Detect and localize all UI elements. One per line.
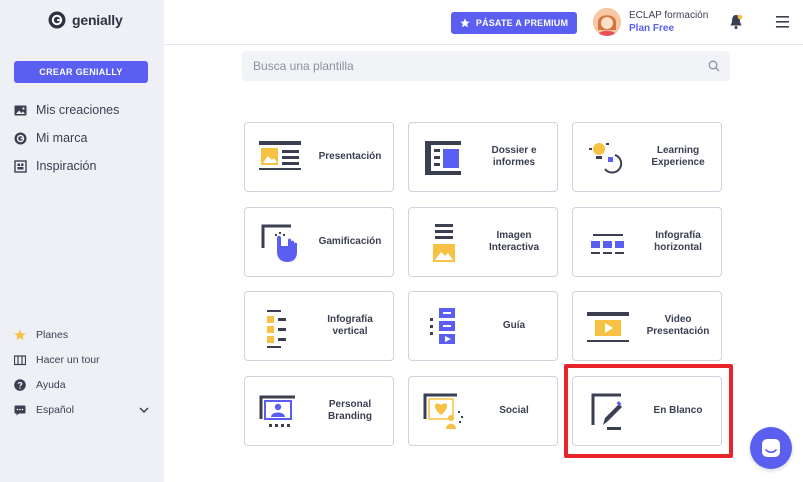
template-label: Infografía vertical	[327, 313, 373, 338]
sidebar-bottom-nav: Planes Hacer un tour Ayuda Español	[14, 322, 150, 422]
personal-branding-icon	[259, 395, 295, 427]
sidebar-item-label: Inspiración	[36, 159, 97, 173]
create-genially-button[interactable]: CREAR GENIALLY	[14, 61, 148, 83]
search-input[interactable]	[253, 59, 693, 73]
template-label: Video Presentación	[646, 313, 710, 338]
template-label: Learning Experience	[651, 144, 705, 169]
sidebar-item-label: Mis creaciones	[36, 103, 120, 117]
template-card-infografia-vertical[interactable]: Infografía vertical	[244, 291, 394, 361]
highlight-box	[564, 364, 733, 458]
template-card-social[interactable]: Social	[408, 376, 558, 446]
template-card-gamificacion[interactable]: Gamificación	[244, 207, 394, 277]
language-label: Español	[36, 403, 74, 416]
template-card-learning[interactable]: Learning Experience	[572, 122, 722, 192]
sidebar-item-mi-marca[interactable]: Mi marca	[14, 124, 119, 152]
learning-icon	[589, 143, 623, 174]
horizontal-infographic-icon	[591, 234, 624, 254]
sidebar-item-planes[interactable]: Planes	[14, 322, 150, 347]
template-label: Social	[499, 404, 529, 416]
image-icon	[14, 105, 27, 115]
chat-launcher-button[interactable]	[750, 427, 792, 469]
user-avatar-icon	[593, 8, 621, 36]
sidebar: genially CREAR GENIALLY Mis creaciones M…	[0, 0, 164, 482]
template-card-video-presentacion[interactable]: Video Presentación	[572, 291, 722, 361]
language-icon	[14, 405, 26, 415]
sidebar-item-label: Ayuda	[36, 378, 66, 391]
dossier-icon	[425, 141, 461, 175]
premium-button[interactable]: PÁSATE A PREMIUM	[451, 12, 577, 34]
template-search	[242, 51, 730, 81]
guide-icon	[430, 308, 455, 344]
template-card-imagen-interactiva[interactable]: Imagen Interactiva	[408, 207, 558, 277]
sidebar-item-mis-creaciones[interactable]: Mis creaciones	[14, 96, 119, 124]
logo[interactable]: genially	[48, 11, 123, 29]
avatar[interactable]	[593, 8, 621, 36]
sidebar-nav: Mis creaciones Mi marca Inspiración	[14, 96, 119, 180]
inspiration-icon	[14, 159, 27, 173]
sidebar-item-tour[interactable]: Hacer un tour	[14, 347, 150, 372]
language-selector[interactable]: Español	[14, 397, 150, 422]
genially-logo-icon	[48, 11, 66, 29]
template-card-infografia-horizontal[interactable]: Infografía horizontal	[572, 207, 722, 277]
topbar: PÁSATE A PREMIUM ECLAP formación Plan Fr…	[164, 0, 803, 45]
brand-icon	[14, 132, 27, 144]
template-card-personal-branding[interactable]: Personal Branding	[244, 376, 394, 446]
sidebar-item-ayuda[interactable]: Ayuda	[14, 372, 150, 397]
chevron-down-icon[interactable]	[138, 404, 150, 416]
premium-label: PÁSATE A PREMIUM	[475, 18, 569, 28]
notification-bell-icon[interactable]	[729, 14, 743, 30]
app: genially CREAR GENIALLY Mis creaciones M…	[0, 0, 803, 482]
sidebar-item-label: Planes	[36, 328, 69, 341]
user-name[interactable]: ECLAP formación	[629, 10, 708, 21]
template-label: Gamificación	[318, 235, 382, 247]
vertical-infographic-icon	[267, 310, 286, 348]
logo-text: genially	[72, 12, 123, 28]
template-card-guia[interactable]: Guía	[408, 291, 558, 361]
template-label: Imagen Interactiva	[488, 229, 540, 254]
star-icon	[460, 18, 470, 28]
interactive-image-icon	[433, 224, 455, 262]
template-label: Dossier e informes	[491, 144, 537, 169]
hamburger-menu-icon[interactable]	[776, 16, 789, 28]
template-label: Infografía horizontal	[654, 229, 702, 254]
search-icon[interactable]	[708, 60, 720, 72]
social-icon	[423, 393, 463, 429]
help-icon	[14, 378, 26, 391]
template-card-presentacion[interactable]: Presentación	[244, 122, 394, 192]
user-plan[interactable]: Plan Free	[629, 23, 674, 34]
template-label: Personal Branding	[328, 398, 372, 423]
template-label: Guía	[502, 319, 526, 331]
chat-icon	[762, 439, 780, 457]
gamification-icon	[261, 224, 297, 262]
template-label: Presentación	[318, 150, 382, 162]
star-icon	[14, 329, 26, 340]
video-presentation-icon	[587, 312, 629, 342]
sidebar-item-inspiracion[interactable]: Inspiración	[14, 152, 119, 180]
presentation-icon	[259, 141, 301, 170]
sidebar-item-label: Mi marca	[36, 131, 88, 145]
template-card-dossier[interactable]: Dossier e informes	[408, 122, 558, 192]
sidebar-item-label: Hacer un tour	[36, 353, 100, 366]
tour-icon	[14, 354, 26, 365]
